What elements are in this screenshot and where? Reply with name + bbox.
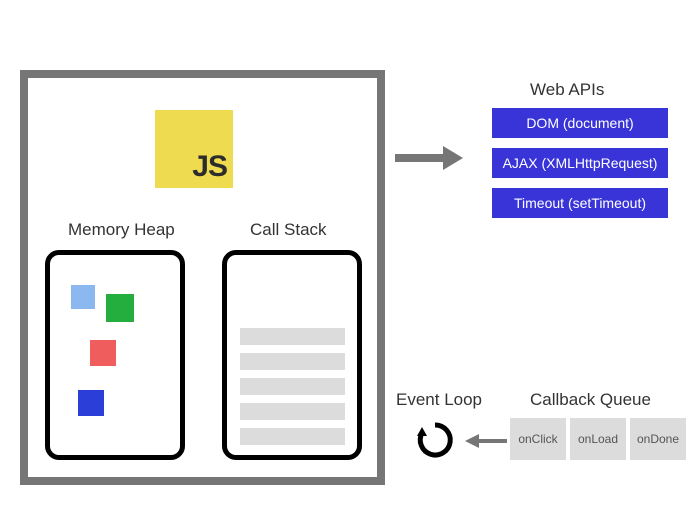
stack-frame (240, 328, 345, 345)
stack-frame (240, 403, 345, 420)
call-stack-box (222, 250, 362, 460)
stack-frame (240, 353, 345, 370)
web-api-item: DOM (document) (492, 108, 668, 138)
heap-object (90, 340, 116, 366)
stack-frame (240, 378, 345, 395)
heap-object (71, 285, 95, 309)
event-loop-label: Event Loop (396, 390, 482, 410)
web-apis-title: Web APIs (530, 80, 604, 100)
js-logo: JS (155, 110, 233, 188)
arrow-left-icon (465, 433, 507, 449)
call-stack-label: Call Stack (250, 220, 327, 240)
memory-heap-box (45, 250, 185, 460)
callback-item: onClick (510, 418, 566, 460)
memory-heap-label: Memory Heap (68, 220, 175, 240)
web-api-item: Timeout (setTimeout) (492, 188, 668, 218)
callback-item: onLoad (570, 418, 626, 460)
callback-queue-row: onClick onLoad onDone (510, 418, 686, 460)
callback-queue-label: Callback Queue (530, 390, 651, 410)
heap-object (106, 294, 134, 322)
heap-object (78, 390, 104, 416)
loop-icon (415, 420, 455, 460)
callback-item: onDone (630, 418, 686, 460)
stack-frame (240, 428, 345, 445)
web-api-item: AJAX (XMLHttpRequest) (492, 148, 668, 178)
arrow-right-icon (395, 148, 465, 168)
js-logo-text: JS (192, 150, 227, 184)
